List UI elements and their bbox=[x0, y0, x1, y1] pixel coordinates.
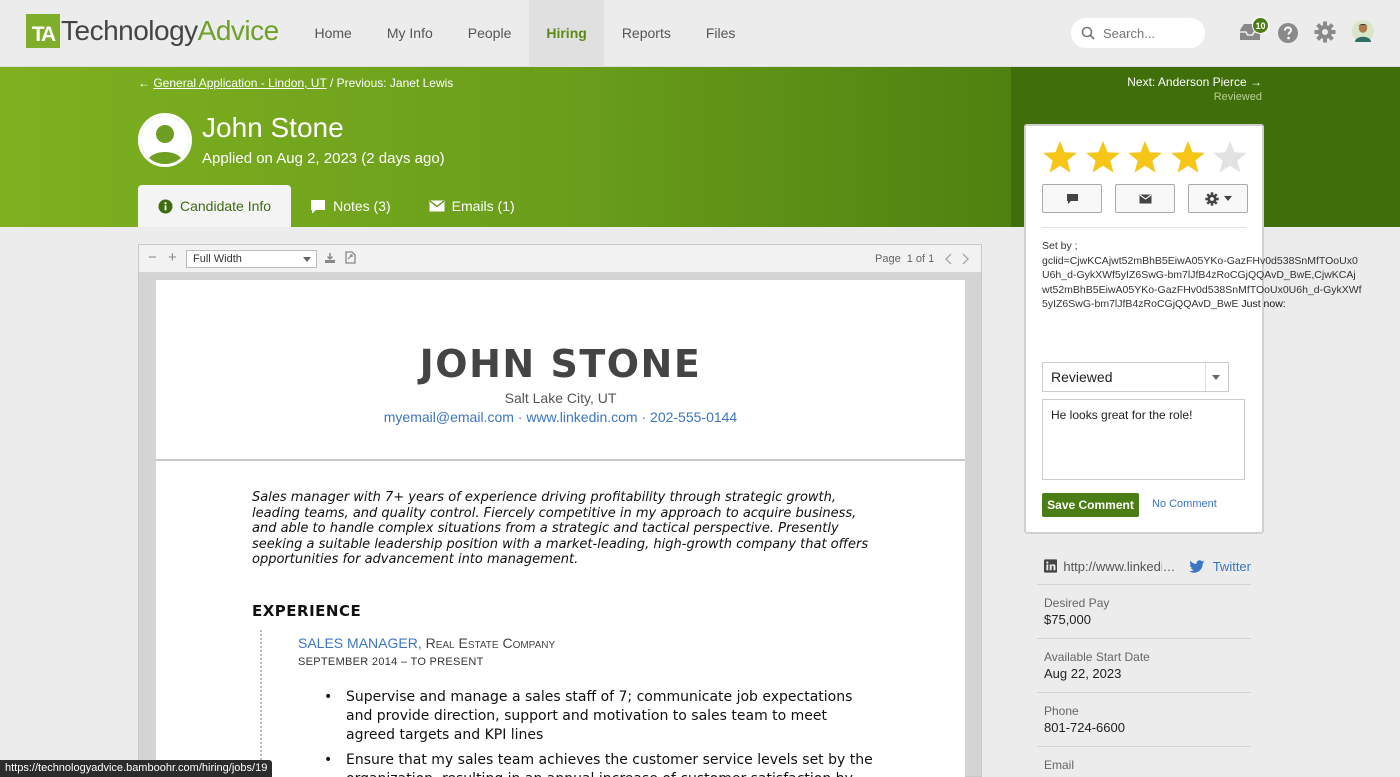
tab-emails[interactable]: Emails (1) bbox=[410, 185, 534, 227]
resume-summary: Sales manager with 7+ years of experienc… bbox=[252, 490, 869, 567]
candidate-name: John Stone bbox=[202, 112, 344, 143]
download-icon[interactable] bbox=[324, 252, 336, 264]
logo-text: TechnologyAdvice bbox=[61, 15, 279, 46]
next-page-icon[interactable] bbox=[962, 253, 970, 265]
comment-button[interactable] bbox=[1042, 184, 1102, 213]
status-time: Just now: bbox=[1241, 298, 1286, 310]
nav-my-info[interactable]: My Info bbox=[369, 0, 450, 67]
breadcrumb: ← General Application - Lindon, UT / Pre… bbox=[138, 76, 453, 90]
nav-home[interactable]: Home bbox=[297, 0, 369, 67]
star-filled-icon[interactable] bbox=[1085, 140, 1121, 174]
page-indicator: Page 1 of 1 bbox=[875, 253, 935, 265]
logo-mark: TA bbox=[26, 14, 60, 48]
email-field: Email bbox=[1037, 746, 1251, 777]
nav-reports[interactable]: Reports bbox=[604, 0, 688, 67]
resume-page: JOHN STONE Salt Lake City, UT myemail@em… bbox=[156, 280, 965, 777]
user-avatar[interactable] bbox=[1352, 20, 1374, 42]
person-icon bbox=[141, 116, 189, 164]
candidate-avatar bbox=[138, 113, 192, 167]
twitter-icon bbox=[1189, 559, 1205, 573]
forward-arrow-icon: → bbox=[1250, 75, 1262, 89]
candidate-tabs: Candidate Info Notes (3) Emails (1) bbox=[138, 185, 534, 227]
star-filled-icon[interactable] bbox=[1170, 140, 1206, 174]
nav-people[interactable]: People bbox=[450, 0, 529, 67]
caret-down-icon bbox=[1223, 196, 1232, 201]
linkedin-link[interactable]: http://www.linkedin.com/in/johnstone bbox=[1063, 559, 1162, 574]
resume-viewer: − + Full Width Page 1 of 1 JOHN STONE Sal… bbox=[138, 244, 982, 777]
job-link[interactable]: General Application - Lindon, UT bbox=[153, 76, 326, 90]
help-icon[interactable] bbox=[1277, 22, 1299, 44]
list-item: Supervise and manage a sales staff of 7;… bbox=[320, 688, 875, 745]
comment-textarea[interactable] bbox=[1042, 399, 1245, 480]
settings-menu-button[interactable] bbox=[1188, 184, 1248, 213]
info-icon bbox=[158, 199, 173, 213]
job-dates: September 2014 – to present bbox=[298, 656, 484, 668]
settings-icon[interactable] bbox=[1314, 21, 1336, 43]
phone-field: Phone 801-724-6600 bbox=[1037, 692, 1251, 746]
twitter-link[interactable]: Twitter bbox=[1213, 559, 1251, 574]
envelope-icon bbox=[429, 200, 445, 212]
comment-icon bbox=[311, 199, 326, 213]
panel-divider bbox=[1042, 227, 1246, 228]
no-comment-link[interactable]: No Comment bbox=[1152, 498, 1217, 510]
search-box[interactable] bbox=[1071, 18, 1205, 48]
job-bullets: Supervise and manage a sales staff of 7;… bbox=[320, 688, 875, 777]
status-history: Set by ; gclid=CjwKCAjwt52mBhB5EiwA05YKo… bbox=[1042, 240, 1362, 311]
tab-candidate-info[interactable]: Candidate Info bbox=[138, 185, 292, 227]
previous-page-icon[interactable] bbox=[944, 253, 952, 265]
chevron-down-icon bbox=[303, 257, 311, 262]
nav-hiring[interactable]: Hiring bbox=[528, 0, 605, 67]
inbox-badge: 10 bbox=[1252, 17, 1269, 34]
open-new-icon[interactable] bbox=[345, 251, 356, 264]
resume-name: JOHN STONE bbox=[419, 342, 702, 386]
logo[interactable]: TA TechnologyAdvice bbox=[26, 14, 279, 48]
resume-city: Salt Lake City, UT bbox=[504, 390, 617, 406]
star-empty-icon[interactable] bbox=[1212, 140, 1248, 174]
comment-icon bbox=[1066, 193, 1078, 204]
desired-pay-field: Desired Pay $75,000 bbox=[1037, 584, 1251, 638]
search-icon bbox=[1081, 26, 1095, 40]
zoom-in-button[interactable]: + bbox=[168, 249, 177, 266]
social-links: http://www.linkedin.com/in/johnstone… Tw… bbox=[1037, 548, 1251, 584]
search-input[interactable] bbox=[1103, 25, 1193, 41]
envelope-icon bbox=[1139, 194, 1151, 203]
top-navigation: TA TechnologyAdvice Home My Info People … bbox=[0, 0, 1400, 67]
experience-heading: EXPERIENCE bbox=[252, 602, 362, 620]
resume-header: JOHN STONE Salt Lake City, UT myemail@em… bbox=[156, 280, 965, 461]
star-rating[interactable] bbox=[1042, 140, 1255, 174]
resume-contact: myemail@email.com · www.linkedin.com · 2… bbox=[383, 409, 738, 425]
rating-panel: Set by ; gclid=CjwKCAjwt52mBhB5EiwA05YKo… bbox=[1024, 124, 1362, 534]
start-date-field: Available Start Date Aug 22, 2023 bbox=[1037, 638, 1251, 692]
list-item: Ensure that my sales team achieves the c… bbox=[320, 751, 875, 777]
back-arrow-icon: ← bbox=[138, 76, 154, 90]
previous-candidate[interactable]: / Previous: Janet Lewis bbox=[330, 76, 453, 90]
gear-icon bbox=[1204, 191, 1219, 206]
candidate-applied-date: Applied on Aug 2, 2023 (2 days ago) bbox=[202, 150, 445, 167]
main-nav: Home My Info People Hiring Reports Files bbox=[297, 0, 753, 67]
next-candidate[interactable]: Next: Anderson Pierce → Reviewed bbox=[1127, 75, 1262, 103]
job-title: SALES MANAGER, Real Estate Company bbox=[298, 635, 556, 651]
star-filled-icon[interactable] bbox=[1042, 140, 1078, 174]
experience-entry: SALES MANAGER, Real Estate Company Septe… bbox=[260, 630, 900, 777]
nav-files[interactable]: Files bbox=[688, 0, 753, 67]
candidate-details: http://www.linkedin.com/in/johnstone… Tw… bbox=[1037, 548, 1251, 777]
email-button[interactable] bbox=[1115, 184, 1175, 213]
source-value: gclid=CjwKCAjwt52mBhB5EiwA05YKo-GazFHv0d… bbox=[1042, 254, 1362, 311]
status-bar-url: https://technologyadvice.bamboohr.com/hi… bbox=[0, 760, 273, 777]
status-select[interactable]: Reviewed bbox=[1042, 362, 1229, 392]
next-candidate-status: Reviewed bbox=[1213, 91, 1262, 103]
viewer-toolbar: − + Full Width Page 1 of 1 bbox=[139, 245, 981, 273]
save-comment-button[interactable]: Save Comment bbox=[1042, 493, 1139, 517]
panel-actions bbox=[1042, 184, 1261, 213]
zoom-select[interactable]: Full Width bbox=[186, 250, 317, 268]
chevron-down-icon bbox=[1212, 375, 1220, 380]
zoom-out-button[interactable]: − bbox=[148, 249, 157, 266]
star-filled-icon[interactable] bbox=[1127, 140, 1163, 174]
tab-notes[interactable]: Notes (3) bbox=[291, 185, 410, 227]
linkedin-icon bbox=[1044, 559, 1058, 573]
